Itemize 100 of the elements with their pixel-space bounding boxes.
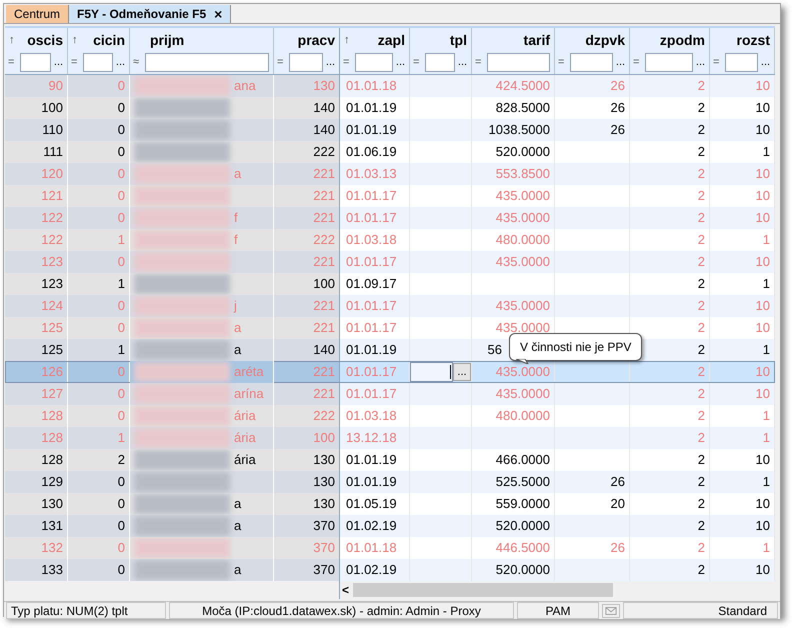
table-cell-text: 01.02.19 [346, 561, 397, 580]
table-cell-text: 2 [698, 297, 705, 316]
table-cell-text: 2 [698, 407, 705, 426]
table-cell-text: 435.0000 [496, 209, 550, 228]
table-row[interactable]: 100 0 140 01.01.19 828.5000 26 2 10 [5, 97, 775, 119]
table-cell-text: 222 [313, 143, 335, 162]
envelope-icon[interactable] [602, 604, 620, 618]
table-cell-text: 01.01.17 [346, 187, 397, 206]
table-cell-text: 0 [118, 363, 125, 382]
table-cell-text: 221 [313, 253, 335, 272]
cell-editor[interactable] [410, 362, 453, 382]
table-row[interactable]: 131 0 a 370 01.02.19 520.0000 2 10 [5, 515, 775, 537]
table-cell-text: 26 [610, 539, 625, 558]
filter-input[interactable] [20, 52, 51, 72]
table-cell-text: 1038.5000 [488, 121, 550, 140]
table-cell-text: 133 [41, 561, 63, 580]
sort-indicator[interactable]: ↑ [344, 32, 350, 48]
filter-more-button[interactable]: ... [325, 56, 336, 68]
column-header[interactable]: zapl [350, 30, 405, 50]
table-cell-text: 1 [118, 275, 125, 294]
filter-input[interactable] [145, 52, 269, 72]
column-header[interactable]: pracv [278, 30, 335, 50]
column-header[interactable]: prijm [134, 30, 269, 50]
table-cell-text: 370 [313, 517, 335, 536]
sort-indicator[interactable]: ↑ [72, 32, 78, 48]
column-header[interactable]: oscis [14, 30, 63, 50]
table-cell-text: 2 [698, 99, 705, 118]
filter-operator: = [8, 54, 16, 70]
table-cell-text: 2 [698, 143, 705, 162]
table-cell-text: 0 [118, 99, 125, 118]
table-cell-text: a [234, 517, 242, 536]
column-header[interactable]: rozst [714, 30, 770, 50]
filter-input[interactable] [487, 52, 550, 72]
table-cell-text: 0 [118, 385, 125, 404]
table-cell-text: f [234, 231, 238, 250]
filter-more-button[interactable]: ... [615, 56, 626, 68]
table-cell-text: 525.5000 [496, 473, 550, 492]
filter-more-button[interactable]: ... [395, 56, 406, 68]
table-cell-text: 01.01.17 [346, 385, 397, 404]
table-row[interactable]: 110 0 140 01.01.19 1038.5000 26 2 10 [5, 119, 775, 141]
table-cell-text: 221 [313, 187, 335, 206]
close-button[interactable]: × [214, 7, 222, 21]
table-cell-text: 1 [762, 429, 770, 448]
table-row[interactable]: 123 1 100 01.09.17 2 1 [5, 273, 775, 295]
tab[interactable]: Centrum [6, 5, 70, 23]
table-cell-text: 520.0000 [496, 143, 550, 162]
table-cell-text: 2 [698, 275, 705, 294]
column-header[interactable]: zpodm [634, 30, 705, 50]
table-cell-text: 1 [118, 341, 125, 360]
filter-more-button[interactable]: ... [457, 56, 468, 68]
scroll-left-arrow[interactable]: < [342, 581, 350, 599]
table-row[interactable]: 128 2 ária 130 01.01.19 466.0000 2 10 [5, 449, 775, 471]
table-cell-text: 01.01.17 [346, 363, 397, 382]
filter-input[interactable] [725, 52, 758, 72]
column-header[interactable]: dzpvk [559, 30, 625, 50]
filter-input[interactable] [425, 52, 455, 72]
filter-input[interactable] [289, 52, 323, 72]
table-row[interactable]: 130 0 a 130 01.05.19 559.0000 20 2 10 [5, 493, 775, 515]
table-cell-text: 0 [118, 407, 125, 426]
table-cell-text: 10 [756, 495, 770, 514]
table-cell-text: 122 [41, 209, 63, 228]
column-header[interactable]: cicin [78, 30, 125, 50]
scrollbar-thumb[interactable] [353, 583, 614, 597]
filter-more-button[interactable]: ... [53, 56, 64, 68]
table-cell-text: 13.12.18 [346, 429, 397, 448]
table-row[interactable]: 129 0 130 01.01.19 525.5000 26 2 1 [5, 471, 775, 493]
table-row[interactable]: 126 0 aréta 221 01.01.17 ... 435.0000 2 10 [5, 361, 775, 383]
filter-more-button[interactable]: ... [760, 56, 771, 68]
table-row[interactable]: 133 0 a 370 01.02.19 520.0000 2 10 [5, 559, 775, 581]
table-cell-text: 2 [698, 187, 705, 206]
table-cell-text: 0 [118, 297, 125, 316]
table-cell-text: 1 [762, 275, 770, 294]
filter-more-button[interactable]: ... [695, 56, 706, 68]
table-row[interactable]: 111 0 222 01.06.19 520.0000 2 1 [5, 141, 775, 163]
table-cell-text: 0 [118, 187, 125, 206]
filter-more-button[interactable]: ... [115, 56, 126, 68]
table-cell-text: 2 [698, 451, 705, 470]
table-cell-text: 131 [41, 517, 63, 536]
table-cell-text: 111 [43, 143, 63, 162]
table-cell-text: a [234, 495, 242, 514]
column-header[interactable]: tpl [414, 30, 467, 50]
table-cell-text: 125 [41, 341, 63, 360]
table-cell-text: 10 [756, 187, 770, 206]
filter-input[interactable] [570, 52, 613, 72]
filter-input[interactable] [355, 52, 393, 72]
table-cell-text: 0 [118, 165, 125, 184]
table-cell-text: 01.05.19 [346, 495, 397, 514]
table-cell-text: 10 [756, 165, 770, 184]
filter-input[interactable] [645, 52, 693, 72]
tab[interactable]: F5Y - Odmeňovanie F5 × [69, 5, 232, 23]
table-cell-text: 10 [756, 253, 770, 272]
table-cell-text: 130 [41, 495, 63, 514]
sort-indicator[interactable]: ↑ [9, 32, 14, 48]
cell-editor-button[interactable]: ... [453, 363, 471, 381]
table-cell-text: ana [234, 77, 256, 96]
table-cell-text: 100 [313, 275, 335, 294]
table-cell-text: 222 [313, 407, 335, 426]
table-cell-text: 2 [698, 385, 705, 404]
filter-input[interactable] [83, 52, 113, 72]
column-header[interactable]: tarif [476, 30, 550, 50]
